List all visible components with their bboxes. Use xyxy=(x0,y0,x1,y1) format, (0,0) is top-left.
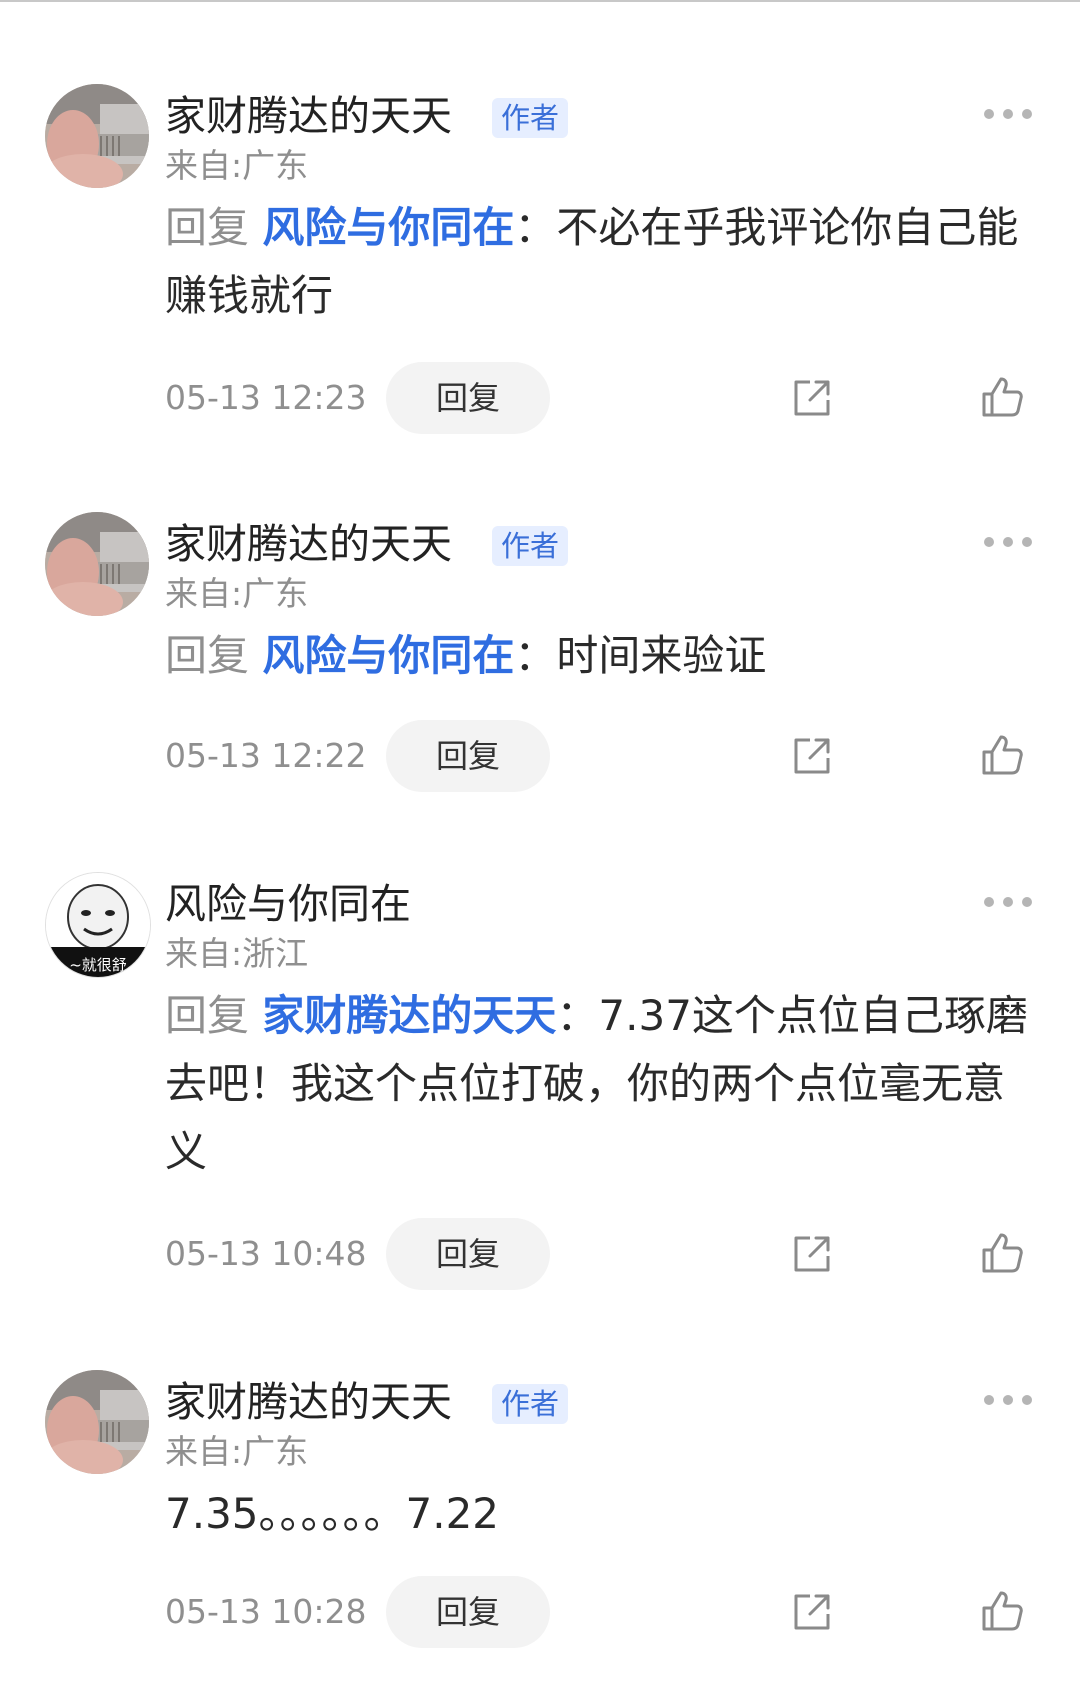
reply-button[interactable]: 回复 xyxy=(386,1218,550,1290)
author-badge: 作者 xyxy=(492,98,569,138)
more-icon[interactable] xyxy=(984,530,1032,554)
avatar[interactable] xyxy=(45,512,149,616)
reply-button[interactable]: 回复 xyxy=(386,1576,550,1648)
reply-target-link[interactable]: 风险与你同在 xyxy=(262,631,514,680)
comment-footer: 05-13 12:22 回复 xyxy=(0,720,1080,792)
reply-target-link[interactable]: 风险与你同在 xyxy=(262,203,514,252)
reply-button[interactable]: 回复 xyxy=(386,720,550,792)
comment-footer: 05-13 10:48 回复 xyxy=(0,1218,1080,1290)
comment-text: 回复 风险与你同在：时间来验证 xyxy=(165,622,1035,690)
reply-prefix: 回复 xyxy=(165,991,250,1040)
reply-prefix: 回复 xyxy=(165,631,250,680)
timestamp: 05-13 10:48 xyxy=(165,1234,367,1273)
reply-prefix: 回复 xyxy=(165,203,250,252)
separator: ： xyxy=(514,203,557,252)
author-badge: 作者 xyxy=(492,526,569,566)
username[interactable]: 风险与你同在 xyxy=(165,878,411,930)
timestamp: 05-13 12:22 xyxy=(165,736,367,775)
reply-button[interactable]: 回复 xyxy=(386,362,550,434)
location-label: 来自:广东 xyxy=(165,1432,309,1471)
timestamp: 05-13 10:28 xyxy=(165,1592,367,1631)
username[interactable]: 家财腾达的天天 xyxy=(165,1376,452,1428)
location-label: 来自:广东 xyxy=(165,146,309,185)
share-icon[interactable] xyxy=(790,376,834,420)
comment-text: 回复 家财腾达的天天：7.37这个点位自己琢磨去吧！我这个点位打破，你的两个点位… xyxy=(165,982,1035,1186)
comment-text: 7.35。。。。。。7.22 xyxy=(165,1480,1035,1548)
more-icon[interactable] xyxy=(984,890,1032,914)
reply-target-link[interactable]: 家财腾达的天天 xyxy=(262,991,556,1040)
avatar[interactable] xyxy=(45,1370,149,1474)
like-icon[interactable] xyxy=(980,1588,1026,1634)
comment-body: 时间来验证 xyxy=(556,631,767,680)
username[interactable]: 家财腾达的天天 xyxy=(165,90,452,142)
share-icon[interactable] xyxy=(790,1590,834,1634)
separator: ： xyxy=(514,631,557,680)
like-icon[interactable] xyxy=(980,1230,1026,1276)
avatar-caption: ~就很舒 xyxy=(69,956,127,974)
avatar[interactable]: ~就很舒 xyxy=(45,872,151,978)
share-icon[interactable] xyxy=(790,734,834,778)
separator: ： xyxy=(556,991,599,1040)
more-icon[interactable] xyxy=(984,1388,1032,1412)
share-icon[interactable] xyxy=(790,1232,834,1276)
comment-footer: 05-13 10:28 回复 xyxy=(0,1576,1080,1648)
username[interactable]: 家财腾达的天天 xyxy=(165,518,452,570)
author-badge: 作者 xyxy=(492,1384,569,1424)
location-label: 来自:浙江 xyxy=(165,934,309,973)
location-label: 来自:广东 xyxy=(165,574,309,613)
top-divider xyxy=(0,0,1080,2)
like-icon[interactable] xyxy=(980,732,1026,778)
comment-body: 7.35。。。。。。7.22 xyxy=(165,1489,500,1538)
avatar[interactable] xyxy=(45,84,149,188)
more-icon[interactable] xyxy=(984,102,1032,126)
like-icon[interactable] xyxy=(980,374,1026,420)
comment-text: 回复 风险与你同在：不必在乎我评论你自己能赚钱就行 xyxy=(165,194,1035,330)
comment-footer: 05-13 12:23 回复 xyxy=(0,362,1080,434)
timestamp: 05-13 12:23 xyxy=(165,378,367,417)
